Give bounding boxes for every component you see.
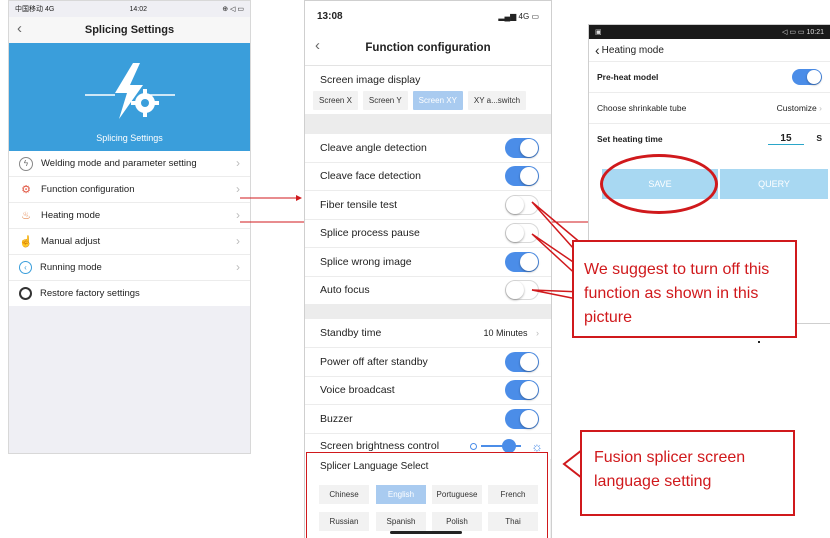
language-callout: Fusion splicer screen language setting — [580, 430, 795, 516]
callout-dot — [758, 341, 760, 343]
language-callout-text: Fusion splicer screen language setting — [594, 449, 746, 490]
suggestion-callout: We suggest to turn off this function as … — [572, 240, 797, 338]
suggestion-text: We suggest to turn off this function as … — [584, 261, 770, 326]
